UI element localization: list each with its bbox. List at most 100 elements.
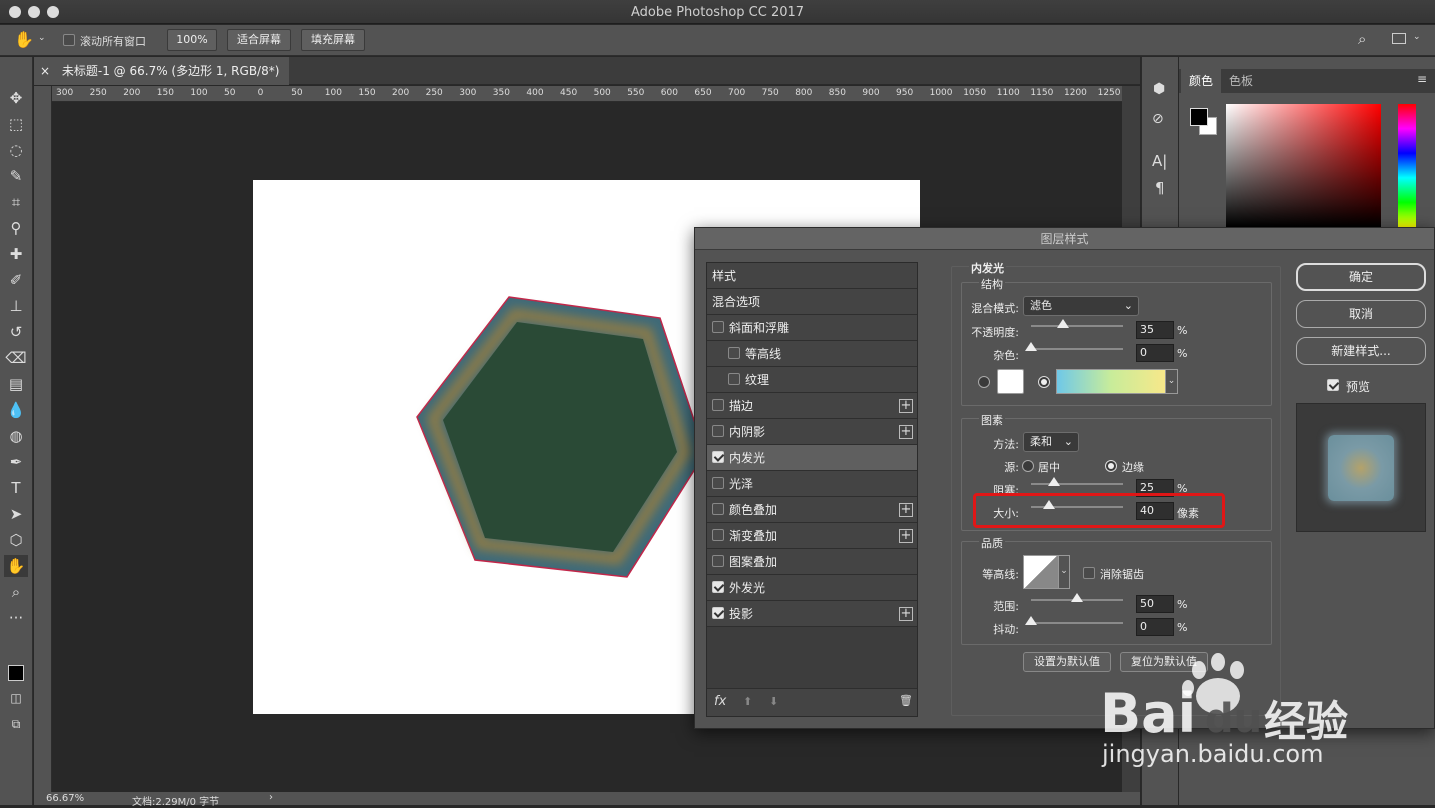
character-icon[interactable]: A| <box>1152 152 1167 170</box>
glow-color-swatch[interactable] <box>997 369 1024 394</box>
add-style-icon[interactable]: + <box>899 607 913 621</box>
ok-button[interactable]: 确定 <box>1296 263 1426 291</box>
contour-preview[interactable] <box>1023 555 1059 589</box>
color-radio[interactable] <box>978 376 990 388</box>
style-row[interactable]: 光泽 <box>707 471 917 497</box>
jitter-input[interactable]: 0 <box>1136 618 1174 636</box>
style-row[interactable]: 内阴影 + <box>707 419 917 445</box>
range-slider-thumb[interactable] <box>1071 593 1083 602</box>
source-edge-radio[interactable] <box>1105 460 1117 472</box>
style-row[interactable]: 图案叠加 <box>707 549 917 575</box>
opacity-slider[interactable] <box>1031 319 1123 328</box>
hand-tool-icon[interactable]: ✋ <box>4 555 28 577</box>
add-style-icon[interactable]: + <box>899 503 913 517</box>
search-icon[interactable]: ⌕ <box>1358 30 1366 48</box>
quick-mask-icon[interactable]: ◫ <box>4 687 28 709</box>
jitter-slider-thumb[interactable] <box>1025 616 1037 625</box>
gradient-tool-icon[interactable]: ▤ <box>4 373 28 395</box>
fx-icon[interactable]: fx <box>714 694 726 709</box>
crop-tool-icon[interactable]: ⌗ <box>4 191 28 213</box>
paragraph-icon[interactable]: ¶ <box>1155 179 1165 197</box>
opacity-slider-thumb[interactable] <box>1057 319 1070 328</box>
hand-tool-icon[interactable]: ✋ <box>14 30 34 49</box>
style-row[interactable]: 斜面和浮雕 <box>707 315 917 341</box>
lasso-tool-icon[interactable]: ◌ <box>4 139 28 161</box>
add-style-icon[interactable]: + <box>899 425 913 439</box>
add-style-icon[interactable]: + <box>899 399 913 413</box>
style-checkbox[interactable] <box>728 347 740 359</box>
cancel-button[interactable]: 取消 <box>1296 300 1426 328</box>
style-row[interactable]: 渐变叠加 + <box>707 523 917 549</box>
style-checkbox[interactable] <box>712 399 724 411</box>
healing-brush-icon[interactable]: ✚ <box>4 243 28 265</box>
preview-checkbox[interactable] <box>1327 378 1339 391</box>
shape-tool-icon[interactable]: ⬡ <box>4 529 28 551</box>
range-input[interactable]: 50 <box>1136 595 1174 613</box>
zoom-100-button[interactable]: 100% <box>167 29 217 51</box>
path-select-tool-icon[interactable]: ➤ <box>4 503 28 525</box>
style-row[interactable]: 描边 + <box>707 393 917 419</box>
screen-mode-icon[interactable]: ⧉ <box>4 713 28 735</box>
method-select[interactable]: 柔和 ⌄ <box>1023 432 1079 452</box>
chevron-down-icon[interactable]: ⌄ <box>1058 555 1070 589</box>
type-tool-icon[interactable]: T <box>4 477 28 499</box>
quick-select-tool-icon[interactable]: ✎ <box>4 165 28 187</box>
glow-gradient-swatch[interactable] <box>1056 369 1166 394</box>
choke-slider-thumb[interactable] <box>1048 477 1060 486</box>
panel-menu-icon[interactable]: ≡ <box>1417 72 1427 86</box>
foreground-color-swatch[interactable] <box>8 665 24 681</box>
trash-icon[interactable]: 🗑 <box>899 694 913 707</box>
pen-tool-icon[interactable]: ✒ <box>4 451 28 473</box>
style-row[interactable]: 内发光 <box>707 445 917 471</box>
new-style-button[interactable]: 新建样式... <box>1296 337 1426 365</box>
style-checkbox[interactable] <box>712 607 724 619</box>
color-spectrum-field[interactable] <box>1226 104 1381 227</box>
style-row[interactable]: 等高线 <box>707 341 917 367</box>
move-up-icon[interactable]: ⬆ <box>743 695 752 708</box>
dodge-tool-icon[interactable]: ◍ <box>4 425 28 447</box>
range-slider[interactable] <box>1031 593 1123 602</box>
chevron-down-icon[interactable]: ⌄ <box>38 33 46 43</box>
style-row[interactable]: 外发光 <box>707 575 917 601</box>
add-style-icon[interactable]: + <box>899 529 913 543</box>
fill-screen-button[interactable]: 填充屏幕 <box>301 29 365 51</box>
noise-input[interactable]: 0 <box>1136 344 1174 362</box>
brush-settings-icon[interactable]: ⊘ <box>1152 111 1164 127</box>
style-row[interactable]: 纹理 <box>707 367 917 393</box>
style-checkbox[interactable] <box>728 373 740 385</box>
style-row[interactable]: 投影 + <box>707 601 917 627</box>
style-checkbox[interactable] <box>712 477 724 489</box>
style-checkbox[interactable] <box>712 555 724 567</box>
style-checkbox[interactable] <box>712 581 724 593</box>
zoom-level[interactable]: 66.67% <box>46 793 84 804</box>
hue-slider[interactable] <box>1398 104 1416 227</box>
style-checkbox[interactable] <box>712 451 724 463</box>
tab-swatches[interactable]: 色板 <box>1221 69 1261 93</box>
choke-slider[interactable] <box>1031 477 1123 486</box>
style-checkbox[interactable] <box>712 321 724 333</box>
zoom-tool-icon[interactable]: ⌕ <box>4 581 28 603</box>
blur-tool-icon[interactable]: 💧 <box>4 399 28 421</box>
history-brush-icon[interactable]: ↺ <box>4 321 28 343</box>
jitter-slider[interactable] <box>1025 616 1123 625</box>
style-row[interactable]: 颜色叠加 + <box>707 497 917 523</box>
style-row[interactable]: 样式 <box>707 263 917 289</box>
more-tools-icon[interactable]: ··· <box>4 607 28 629</box>
workspace-icon[interactable] <box>1392 33 1406 44</box>
scroll-all-checkbox[interactable] <box>63 33 75 46</box>
stamp-tool-icon[interactable]: ⊥ <box>4 295 28 317</box>
chevron-down-icon[interactable]: ⌄ <box>1165 369 1178 394</box>
blend-mode-select[interactable]: 滤色 ⌄ <box>1023 296 1139 316</box>
foreground-color-swatch[interactable] <box>1190 108 1208 126</box>
antialias-checkbox[interactable] <box>1083 566 1095 579</box>
marquee-tool-icon[interactable]: ⬚ <box>4 113 28 135</box>
style-checkbox[interactable] <box>712 503 724 515</box>
chevron-down-icon[interactable]: ⌄ <box>1413 32 1421 42</box>
style-checkbox[interactable] <box>712 425 724 437</box>
noise-slider-thumb[interactable] <box>1025 342 1037 351</box>
eyedropper-tool-icon[interactable]: ⚲ <box>4 217 28 239</box>
opacity-input[interactable]: 35 <box>1136 321 1174 339</box>
move-down-icon[interactable]: ⬇ <box>769 695 778 708</box>
close-tab-icon[interactable]: × <box>40 64 50 78</box>
gradient-radio[interactable] <box>1038 376 1050 388</box>
